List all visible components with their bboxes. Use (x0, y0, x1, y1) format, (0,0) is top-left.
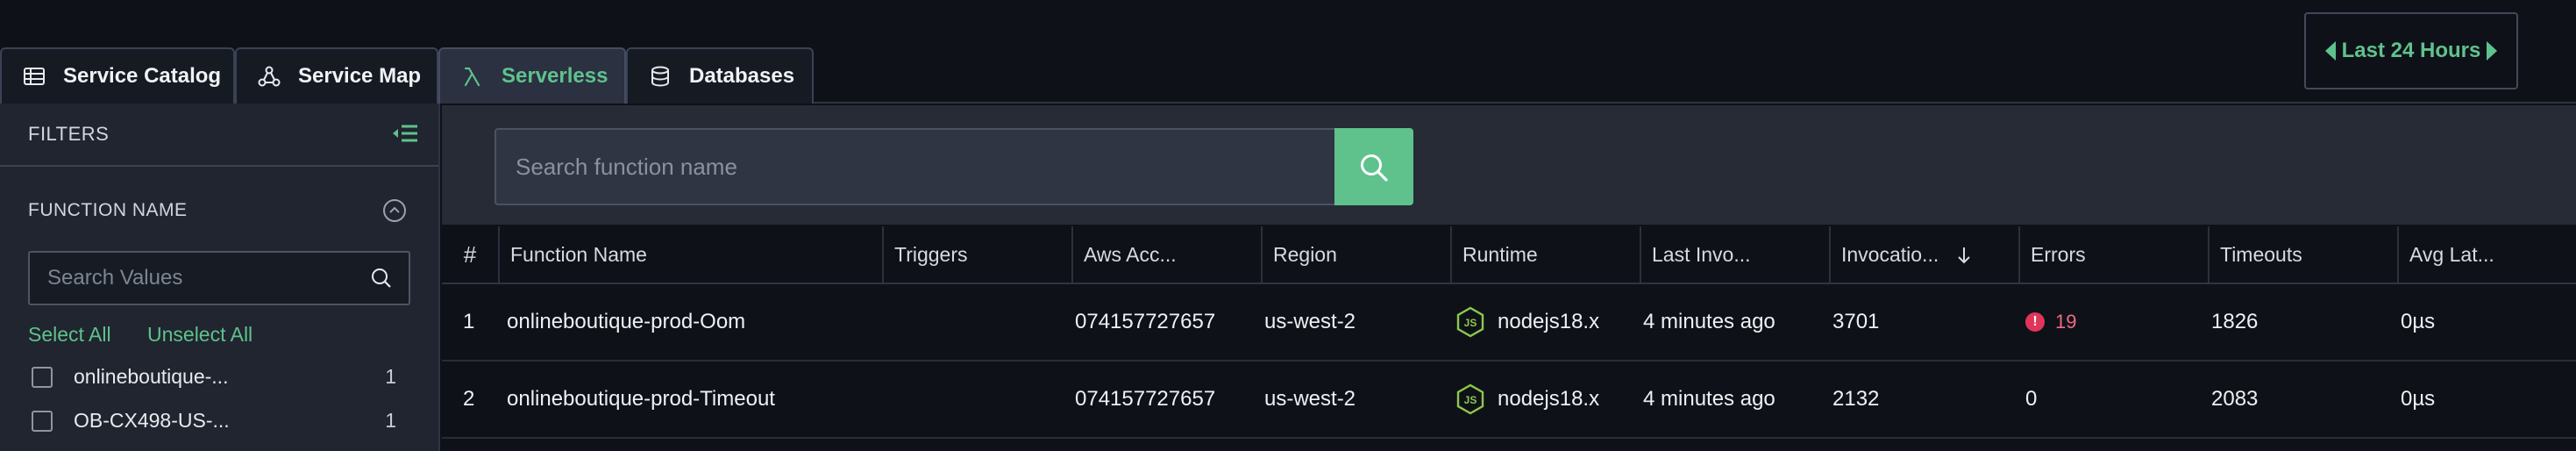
aws-account-cell: 074157727657 (1075, 387, 1216, 411)
column-header-function-name[interactable]: Function Name (498, 226, 882, 283)
function-search-bar: Search function name (442, 105, 2576, 225)
function-name-link[interactable]: onlineboutique-prod-Timeout (507, 362, 775, 437)
avg-latency-cell: 0µs (2401, 387, 2436, 411)
search-button[interactable] (1334, 128, 1413, 205)
column-header-index[interactable]: # (442, 226, 498, 283)
filter-checkbox[interactable] (32, 411, 53, 432)
invocations-cell: 3701 (1832, 310, 1880, 333)
tab-label: Serverless (502, 64, 608, 88)
tab-serverless[interactable]: Serverless (438, 47, 626, 104)
last-invocation-cell: 4 minutes ago (1643, 310, 1775, 333)
nodejs-icon: JS (1456, 306, 1484, 338)
column-header-aws-account[interactable]: Aws Acc... (1071, 226, 1261, 283)
column-header-label: Invocatio... (1841, 243, 1939, 266)
column-header-region[interactable]: Region (1261, 226, 1450, 283)
avg-latency-cell: 0µs (2401, 310, 2436, 333)
table-row[interactable]: 2 onlineboutique-prod-Timeout 0741577276… (442, 362, 2576, 439)
tab-label: Databases (689, 64, 795, 88)
errors-value: 19 (2055, 311, 2077, 333)
filter-item-label: onlineboutique-... (74, 365, 229, 388)
tab-service-catalog[interactable]: Service Catalog (0, 47, 235, 104)
timeouts-cell: 1826 (2211, 310, 2259, 333)
column-header-runtime[interactable]: Runtime (1450, 226, 1640, 283)
search-values-placeholder: Search Values (47, 266, 183, 290)
filter-item[interactable]: onlineboutique-... 1 (32, 362, 426, 397)
search-icon (372, 268, 391, 288)
error-alert-icon: ! (2025, 312, 2045, 332)
column-header-invocations[interactable]: Invocatio... (1829, 226, 2018, 283)
time-range-selector[interactable]: Last 24 Hours (2304, 12, 2518, 89)
unselect-all-link[interactable]: Unselect All (147, 323, 253, 347)
nodejs-icon: JS (1456, 383, 1484, 415)
svg-text:JS: JS (1464, 317, 1477, 329)
tab-label: Service Map (298, 64, 422, 88)
errors-cell: 0 (2025, 387, 2038, 411)
chevron-up-icon[interactable] (382, 198, 407, 223)
function-name-link[interactable]: onlineboutique-prod-Oom (507, 284, 745, 360)
tab-databases[interactable]: Databases (626, 47, 814, 104)
runtime-cell: JS nodejs18.x (1455, 362, 1599, 437)
row-index: 1 (463, 310, 475, 333)
column-header-timeouts[interactable]: Timeouts (2208, 226, 2397, 283)
tab-label: Service Catalog (63, 64, 222, 88)
function-search-placeholder: Search function name (516, 154, 737, 180)
filters-title: FILTERS (28, 123, 110, 145)
runtime-label: nodejs18.x (1498, 310, 1600, 333)
column-header-errors[interactable]: Errors (2018, 226, 2208, 283)
search-icon (1361, 154, 1388, 182)
graph-icon (258, 66, 281, 87)
invocations-cell: 2132 (1832, 387, 1880, 411)
filter-item-count: 1 (385, 365, 396, 388)
function-name-filter-title: FUNCTION NAME (28, 200, 188, 220)
filter-item-label: OB-CX498-US-... (74, 409, 230, 432)
previous-range-arrow-icon[interactable] (2325, 41, 2336, 61)
timeouts-cell: 2083 (2211, 387, 2259, 411)
table-row[interactable]: 1 onlineboutique-prod-Oom 074157727657 u… (442, 284, 2576, 362)
filters-header: FILTERS (0, 104, 438, 167)
database-icon (651, 66, 669, 87)
select-all-link[interactable]: Select All (28, 323, 111, 347)
column-header-last-invocation[interactable]: Last Invo... (1640, 226, 1829, 283)
svg-text:JS: JS (1464, 394, 1477, 406)
region-cell: us-west-2 (1264, 387, 1356, 411)
errors-cell: ! 19 (2025, 284, 2076, 360)
tab-service-map[interactable]: Service Map (235, 47, 438, 104)
filters-sidebar: FILTERS FUNCTION NAME Search Values Sele… (0, 104, 440, 451)
filter-item[interactable]: OB-CX498-US-... 1 (32, 405, 426, 440)
region-cell: us-west-2 (1264, 310, 1356, 333)
search-values-input[interactable]: Search Values (28, 251, 410, 305)
tab-bar: Service Catalog Service Map Serverless D… (0, 0, 2576, 104)
next-range-arrow-icon[interactable] (2487, 41, 2497, 61)
runtime-label: nodejs18.x (1498, 387, 1600, 411)
function-search-input[interactable]: Search function name (495, 128, 1338, 205)
time-range-label: Last 24 Hours (2341, 39, 2481, 62)
filter-checkbox[interactable] (32, 367, 53, 388)
row-index: 2 (463, 387, 475, 411)
filter-item-count: 1 (385, 409, 396, 432)
column-header-avg-latency[interactable]: Avg Lat... (2397, 226, 2576, 283)
aws-account-cell: 074157727657 (1075, 310, 1216, 333)
table-header: # Function Name Triggers Aws Acc... Regi… (442, 226, 2576, 284)
sort-descending-icon[interactable] (1955, 246, 1973, 265)
lambda-icon (464, 67, 480, 87)
functions-table: # Function Name Triggers Aws Acc... Regi… (442, 226, 2576, 451)
table-icon (24, 68, 45, 85)
column-header-triggers[interactable]: Triggers (882, 226, 1071, 283)
collapse-filters-icon[interactable] (386, 119, 421, 147)
last-invocation-cell: 4 minutes ago (1643, 387, 1775, 411)
runtime-cell: JS nodejs18.x (1455, 284, 1599, 360)
